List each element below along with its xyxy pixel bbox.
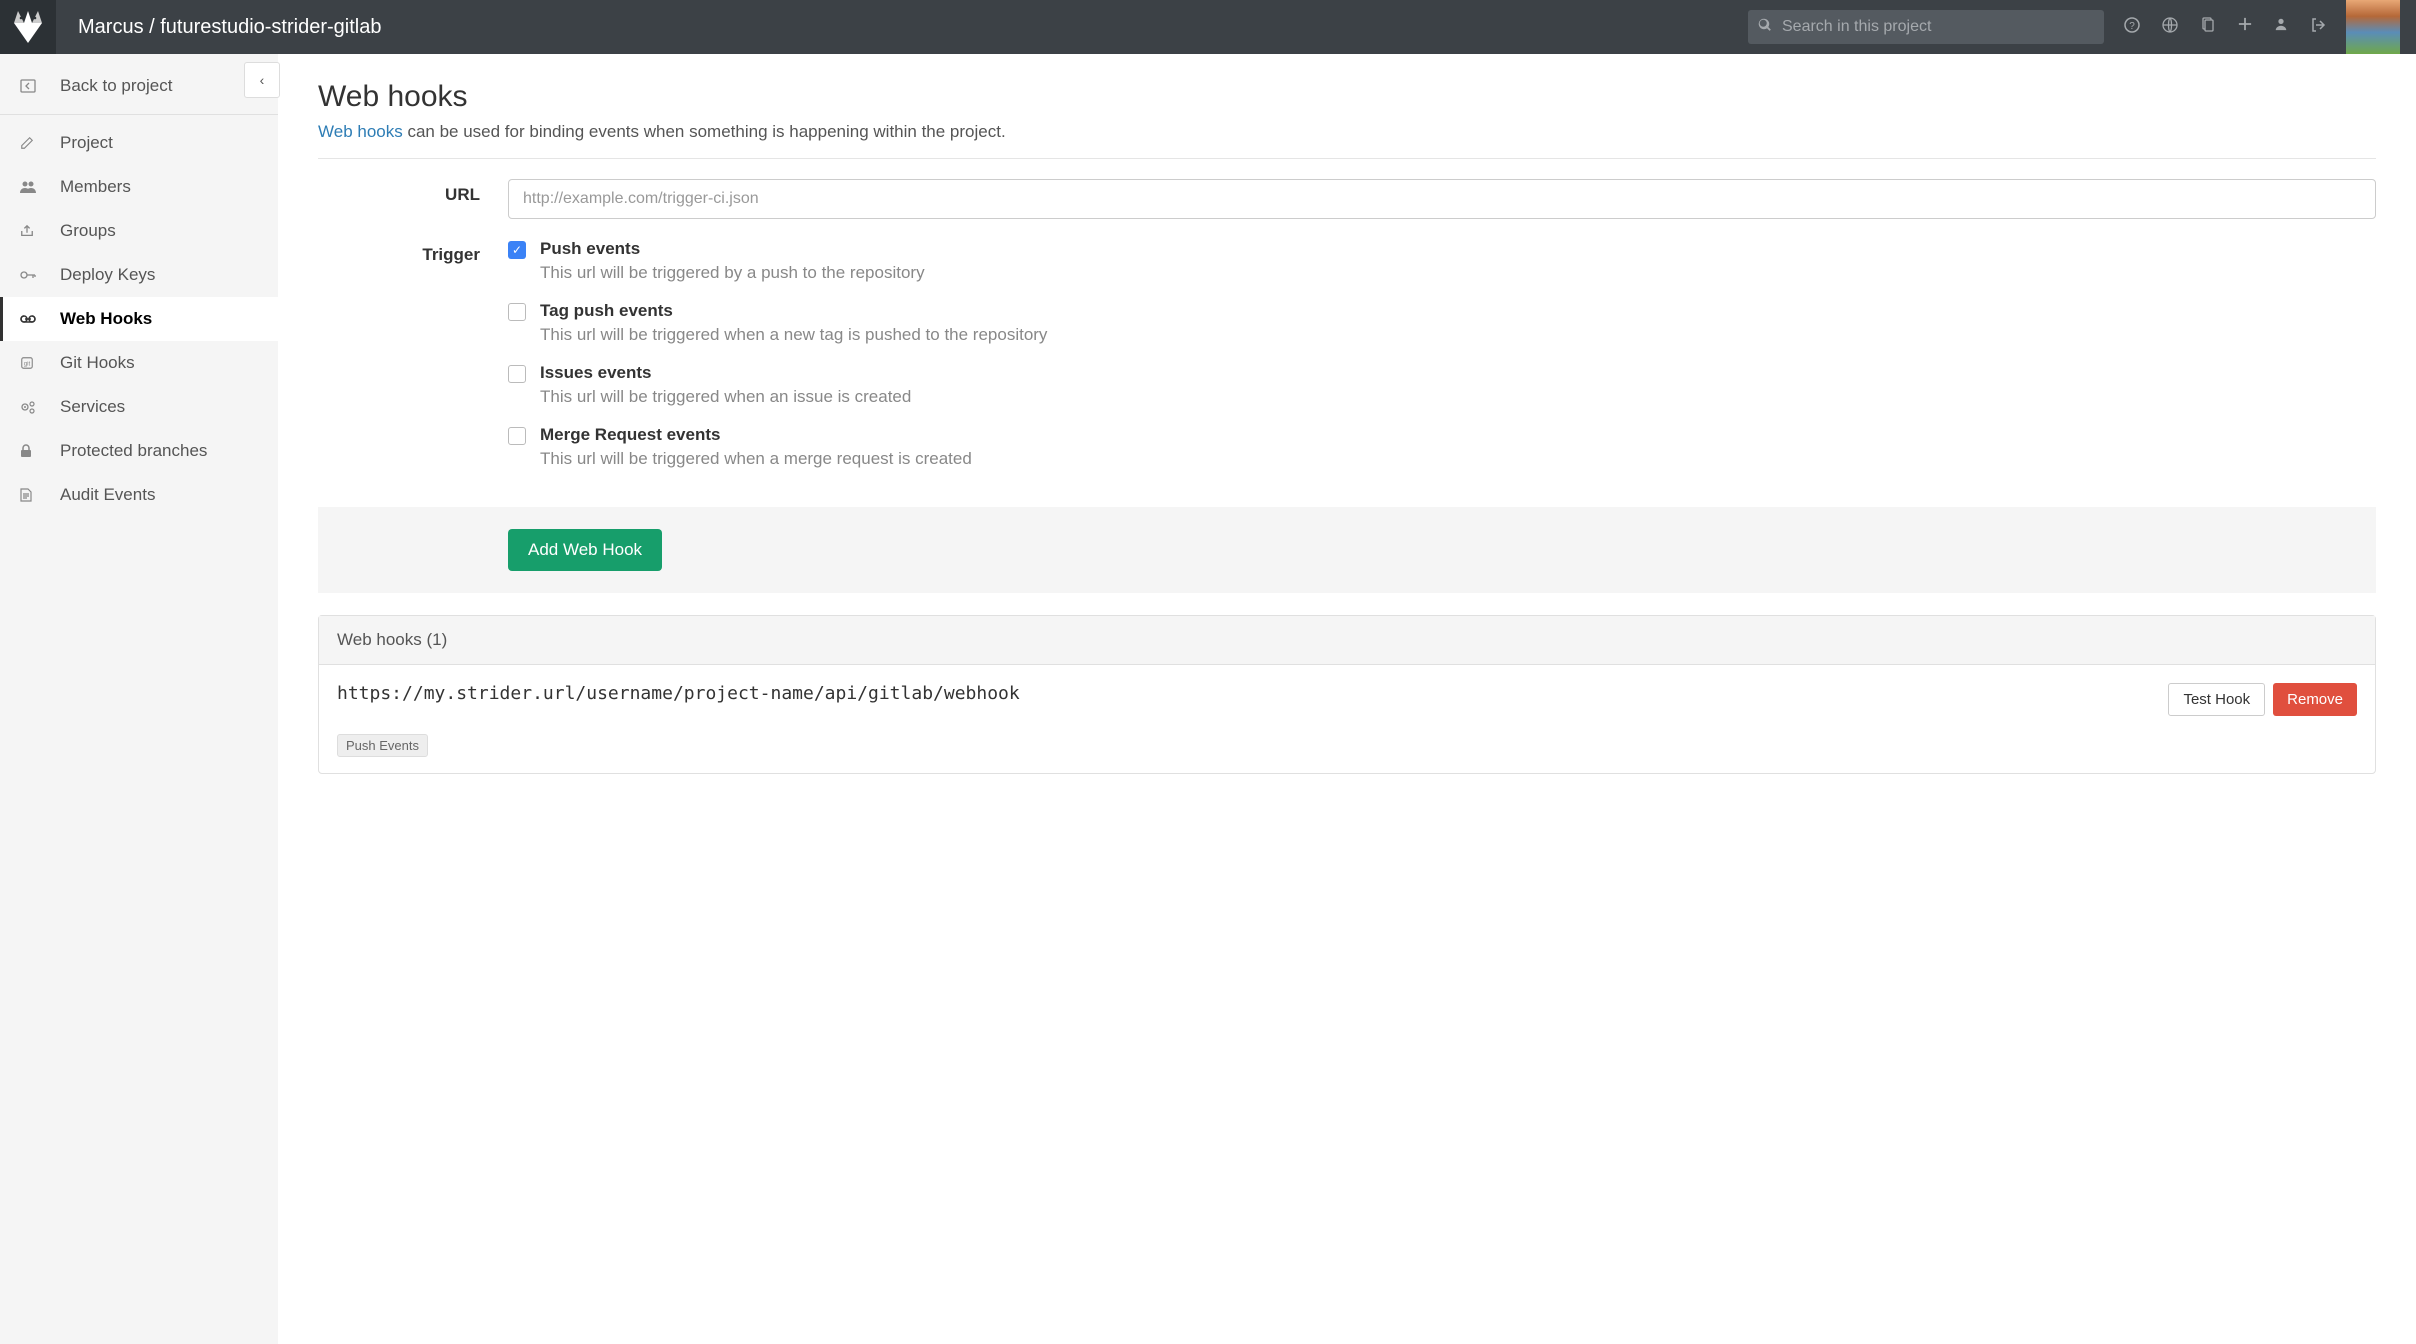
sidebar-divider [0, 114, 278, 115]
svg-text:git: git [24, 361, 31, 368]
sidebar-item-services[interactable]: Services [0, 385, 278, 429]
trigger-title: Push events [540, 239, 925, 259]
pencil-icon [20, 136, 60, 150]
trigger-desc: This url will be triggered when a new ta… [540, 325, 1047, 345]
breadcrumb: Marcus / futurestudio-strider-gitlab [56, 16, 381, 39]
trigger-title: Tag push events [540, 301, 1047, 321]
sidebar-item-label: Protected branches [60, 441, 207, 461]
cogs-icon [20, 400, 60, 414]
back-icon [20, 78, 60, 94]
hook-tag: Push Events [337, 734, 428, 757]
hooks-panel-header: Web hooks (1) [319, 616, 2375, 665]
form-actions: Add Web Hook [318, 507, 2376, 593]
plus-icon[interactable] [2238, 17, 2252, 38]
breadcrumb-project[interactable]: futurestudio-strider-gitlab [160, 16, 381, 38]
hooks-panel: Web hooks (1) https://my.strider.url/use… [318, 615, 2376, 774]
user-icon[interactable] [2274, 17, 2288, 38]
top-navbar: Marcus / futurestudio-strider-gitlab ? [0, 0, 2416, 54]
remove-hook-button[interactable]: Remove [2273, 683, 2357, 716]
sidebar-item-label: Deploy Keys [60, 265, 155, 285]
page-title: Web hooks [318, 80, 2376, 114]
signout-icon[interactable] [2310, 17, 2326, 38]
checkbox-unchecked-icon[interactable] [508, 365, 526, 383]
page-description: Web hooks can be used for binding events… [318, 122, 2376, 142]
breadcrumb-owner[interactable]: Marcus [78, 16, 144, 38]
sidebar-item-label: Groups [60, 221, 116, 241]
files-icon[interactable] [2200, 17, 2216, 38]
sidebar-item-deploy-keys[interactable]: Deploy Keys [0, 253, 278, 297]
sidebar-item-project[interactable]: Project [0, 121, 278, 165]
brand-logo[interactable] [0, 0, 56, 54]
sidebar-item-label: Back to project [60, 76, 172, 96]
search-wrap [1748, 10, 2104, 44]
trigger-title: Issues events [540, 363, 911, 383]
trigger-desc: This url will be triggered when an issue… [540, 387, 911, 407]
trigger-tag-push-events[interactable]: Tag push events This url will be trigger… [508, 301, 2376, 345]
add-web-hook-button[interactable]: Add Web Hook [508, 529, 662, 571]
form-row-trigger: Trigger ✓ Push events This url will be t… [318, 239, 2376, 487]
user-avatar[interactable] [2346, 0, 2400, 54]
trigger-desc: This url will be triggered by a push to … [540, 263, 925, 283]
lock-icon [20, 444, 60, 458]
url-label: URL [318, 179, 508, 219]
trigger-issues-events[interactable]: Issues events This url will be triggered… [508, 363, 2376, 407]
divider [318, 158, 2376, 159]
webhooks-help-link[interactable]: Web hooks [318, 122, 403, 141]
page-desc-text: can be used for binding events when some… [403, 122, 1006, 141]
share-icon [20, 224, 60, 238]
main-content: Web hooks Web hooks can be used for bind… [278, 54, 2416, 1344]
sidebar-item-members[interactable]: Members [0, 165, 278, 209]
sidebar-item-label: Project [60, 133, 113, 153]
hook-url: https://my.strider.url/username/project-… [337, 683, 2156, 704]
members-icon [20, 180, 60, 194]
navbar-actions: ? [2104, 17, 2346, 38]
link-icon [20, 314, 60, 324]
trigger-merge-request-events[interactable]: Merge Request events This url will be tr… [508, 425, 2376, 469]
file-icon [20, 488, 60, 502]
globe-icon[interactable] [2162, 17, 2178, 38]
sidebar: ‹ Back to project Project Members Groups… [0, 54, 278, 1344]
sidebar-item-audit-events[interactable]: Audit Events [0, 473, 278, 517]
help-icon[interactable]: ? [2124, 17, 2140, 38]
checkbox-checked-icon[interactable]: ✓ [508, 241, 526, 259]
search-input[interactable] [1748, 10, 2104, 44]
hook-tags: Push Events [319, 734, 2375, 773]
sidebar-item-label: Git Hooks [60, 353, 135, 373]
sidebar-back-to-project[interactable]: Back to project [0, 64, 278, 108]
trigger-push-events[interactable]: ✓ Push events This url will be triggered… [508, 239, 2376, 283]
sidebar-item-label: Web Hooks [60, 309, 152, 329]
checkbox-unchecked-icon[interactable] [508, 303, 526, 321]
hook-row: https://my.strider.url/username/project-… [319, 665, 2375, 734]
sidebar-item-web-hooks[interactable]: Web Hooks [0, 297, 278, 341]
sidebar-collapse-button[interactable]: ‹ [244, 62, 280, 98]
git-icon: git [20, 356, 60, 370]
form-row-url: URL [318, 179, 2376, 219]
test-hook-button[interactable]: Test Hook [2168, 683, 2265, 716]
svg-text:?: ? [2129, 21, 2135, 32]
gitlab-logo-icon [10, 9, 46, 45]
sidebar-item-git-hooks[interactable]: git Git Hooks [0, 341, 278, 385]
key-icon [20, 269, 60, 281]
sidebar-item-label: Services [60, 397, 125, 417]
sidebar-item-label: Members [60, 177, 131, 197]
sidebar-item-groups[interactable]: Groups [0, 209, 278, 253]
trigger-desc: This url will be triggered when a merge … [540, 449, 972, 469]
checkbox-unchecked-icon[interactable] [508, 427, 526, 445]
trigger-title: Merge Request events [540, 425, 972, 445]
url-input[interactable] [508, 179, 2376, 219]
search-icon [1758, 18, 1772, 36]
sidebar-item-label: Audit Events [60, 485, 155, 505]
trigger-label: Trigger [318, 239, 508, 487]
sidebar-item-protected-branches[interactable]: Protected branches [0, 429, 278, 473]
